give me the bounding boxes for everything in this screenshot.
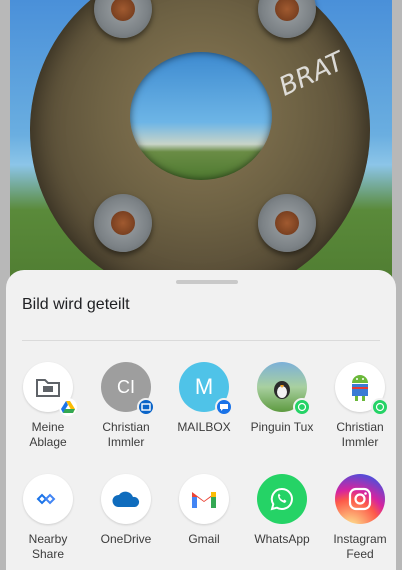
app-label: Instagram Feed: [333, 532, 387, 561]
share-target-meine-ablage[interactable]: Meine Ablage: [8, 362, 88, 450]
share-sheet: Bild wird geteilt Meine Ablage CI Christ…: [6, 270, 396, 570]
app-label: Gmail: [188, 532, 220, 546]
avatar-initials: CI: [117, 376, 135, 397]
target-label: MAILBOX: [177, 420, 231, 434]
target-label: Christian Immler: [336, 420, 384, 449]
app-label: OneDrive: [100, 532, 152, 546]
share-target-christian-immler-whatsapp[interactable]: Christian Immler: [320, 362, 400, 450]
drag-handle[interactable]: [176, 280, 238, 284]
share-target-mailbox[interactable]: M MAILBOX: [164, 362, 244, 435]
whatsapp-icon: [257, 474, 307, 524]
contact-avatar: M: [179, 362, 233, 416]
whatsapp-icon: [293, 398, 311, 416]
app-onedrive[interactable]: OneDrive: [86, 474, 166, 547]
outlook-icon: [137, 398, 155, 416]
app-label: Nearby Share: [28, 532, 68, 561]
app-nearby-share[interactable]: Nearby Share: [8, 474, 88, 562]
android-robot-icon: [335, 362, 389, 416]
share-target-christian-immler-outlook[interactable]: CI Christian Immler: [86, 362, 166, 450]
contact-avatar: CI: [101, 362, 155, 416]
share-targets-grid: Meine Ablage CI Christian Immler M MAILB…: [6, 362, 396, 570]
app-gmail[interactable]: Gmail: [164, 474, 244, 547]
avatar-initials: M: [194, 374, 214, 399]
google-drive-folder-icon: [23, 362, 77, 416]
messages-icon: [215, 398, 233, 416]
instagram-icon: [335, 474, 385, 524]
target-label: Meine Ablage: [29, 420, 67, 449]
screen: BRAT Bild wird geteilt Meine Ablage CI C…: [0, 0, 402, 570]
target-label: Pinguin Tux: [250, 420, 314, 434]
target-label: Christian Immler: [102, 420, 150, 449]
bolt-bottom-right: [258, 194, 316, 252]
divider: [22, 340, 380, 341]
direct-share-row: Meine Ablage CI Christian Immler M MAILB…: [6, 362, 396, 474]
app-share-row: Nearby Share OneDrive Gmail WhatsApp Ins…: [6, 474, 396, 570]
shared-image-preview: BRAT: [10, 0, 392, 300]
app-instagram-feed[interactable]: Instagram Feed: [320, 474, 400, 562]
bolt-bottom-left: [94, 194, 152, 252]
onedrive-icon: [101, 474, 151, 524]
ring-hole-sky: [130, 52, 272, 180]
share-target-pinguin-tux[interactable]: Pinguin Tux: [242, 362, 322, 435]
share-sheet-title: Bild wird geteilt: [22, 296, 130, 313]
nearby-share-icon: [23, 474, 73, 524]
app-whatsapp[interactable]: WhatsApp: [242, 474, 322, 547]
app-label: WhatsApp: [254, 532, 310, 546]
google-drive-icon: [59, 398, 77, 416]
contact-photo-icon: [257, 362, 311, 416]
gmail-icon: [179, 474, 229, 524]
whatsapp-icon: [371, 398, 389, 416]
